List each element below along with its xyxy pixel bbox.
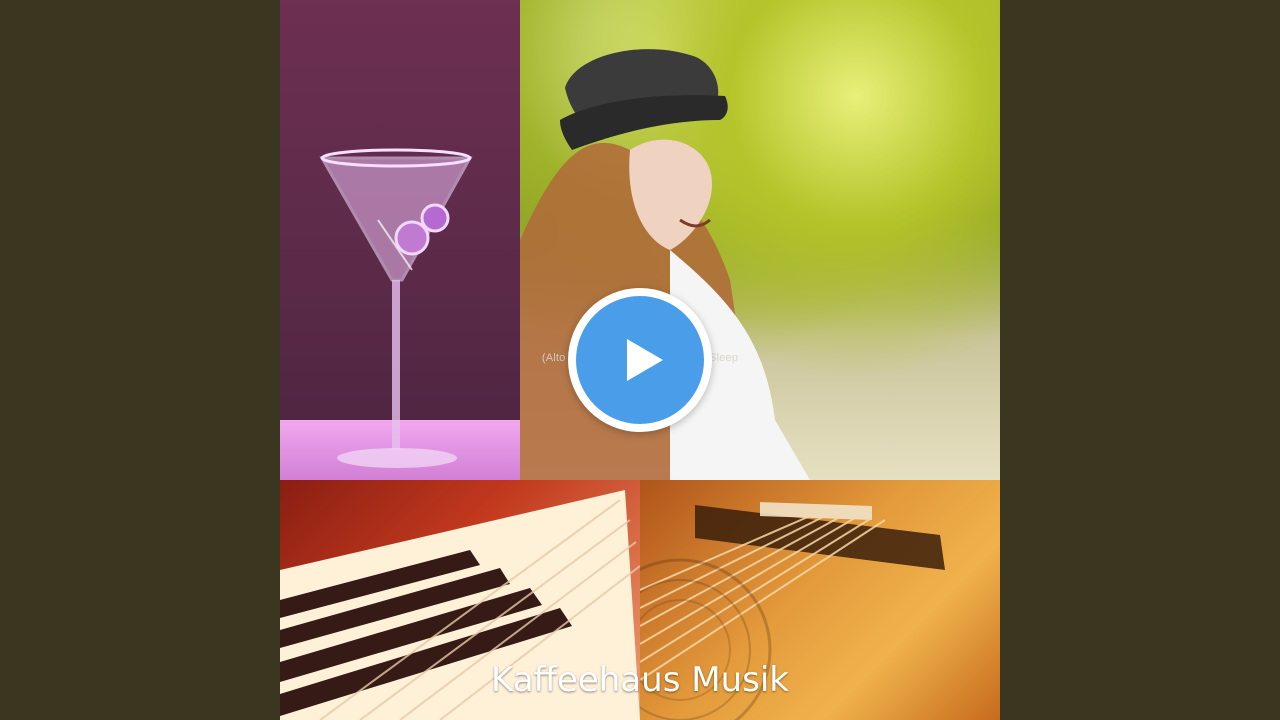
play-button[interactable] — [568, 288, 712, 432]
artist-caption: Kaffeehaus Musik — [491, 660, 789, 700]
play-icon[interactable] — [605, 325, 675, 395]
play-button-fill[interactable] — [576, 296, 704, 424]
cocktail-image — [280, 0, 520, 480]
video-player[interactable]: (Alto Saxophone Solo) Music for Sleep Ka… — [0, 0, 1280, 720]
martini-glass-icon — [319, 148, 473, 468]
